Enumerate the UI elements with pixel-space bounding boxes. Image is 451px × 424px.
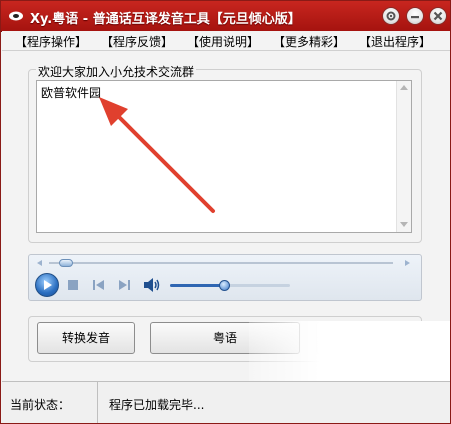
close-button[interactable]: [429, 7, 447, 25]
convert-pronunciation-button[interactable]: 转换发音: [37, 322, 135, 354]
play-button[interactable]: [35, 273, 59, 297]
menu-bar: 【程序操作】 【程序反馈】 【使用说明】 【更多精彩】 【退出程序】: [2, 31, 450, 51]
player-controls-artwork: [37, 260, 410, 266]
menu-feedback[interactable]: 【程序反馈】: [101, 33, 173, 50]
app-logo-icon: [9, 11, 23, 21]
menu-exit[interactable]: 【退出程序】: [359, 33, 431, 50]
menu-instructions[interactable]: 【使用说明】: [187, 33, 259, 50]
settings-button[interactable]: [382, 7, 400, 25]
close-icon: [433, 11, 443, 21]
cantonese-button[interactable]: 粤语: [150, 322, 300, 354]
minimize-icon: [411, 16, 419, 19]
settings-icon: [386, 11, 396, 21]
minimize-button[interactable]: [406, 7, 424, 25]
menu-program-operations[interactable]: 【程序操作】: [15, 33, 87, 50]
rewind-small-icon: [37, 260, 42, 266]
scroll-up-icon[interactable]: [400, 85, 408, 90]
volume-slider-thumb[interactable]: [219, 280, 230, 291]
play-icon: [44, 280, 52, 290]
menu-more[interactable]: 【更多精彩】: [273, 33, 345, 50]
status-divider: [97, 382, 98, 423]
extra-button[interactable]: [316, 322, 412, 354]
status-label: 当前状态：: [10, 398, 71, 412]
text-input-content: 欧普软件园: [41, 86, 102, 100]
volume-slider-fill: [170, 284, 224, 287]
volume-slider-track[interactable]: [170, 284, 290, 287]
seek-slider-thumb[interactable]: [59, 259, 73, 267]
next-icon[interactable]: [117, 279, 131, 291]
forward-small-icon: [405, 260, 410, 266]
window-title: Xy.粤语 - 普通话互译发音工具【元旦倾心版】: [30, 12, 301, 27]
scroll-down-icon[interactable]: [400, 222, 408, 227]
media-player: [28, 254, 422, 301]
app-window: Xy.粤语 - 普通话互译发音工具【元旦倾心版】 【程序操作】 【程序反馈】 【…: [0, 0, 451, 424]
status-bar: 当前状态： 程序已加载完毕...: [2, 381, 450, 423]
title-bar[interactable]: Xy.粤语 - 普通话互译发音工具【元旦倾心版】: [1, 1, 450, 32]
input-group-label: 欢迎大家加入小允技术交流群: [36, 63, 197, 80]
previous-icon[interactable]: [92, 279, 106, 291]
text-input[interactable]: 欧普软件园: [36, 80, 412, 233]
status-value: 程序已加载完毕...: [109, 398, 205, 412]
stop-icon[interactable]: [67, 279, 79, 291]
vertical-scrollbar[interactable]: [396, 81, 411, 232]
volume-icon[interactable]: [143, 277, 161, 293]
